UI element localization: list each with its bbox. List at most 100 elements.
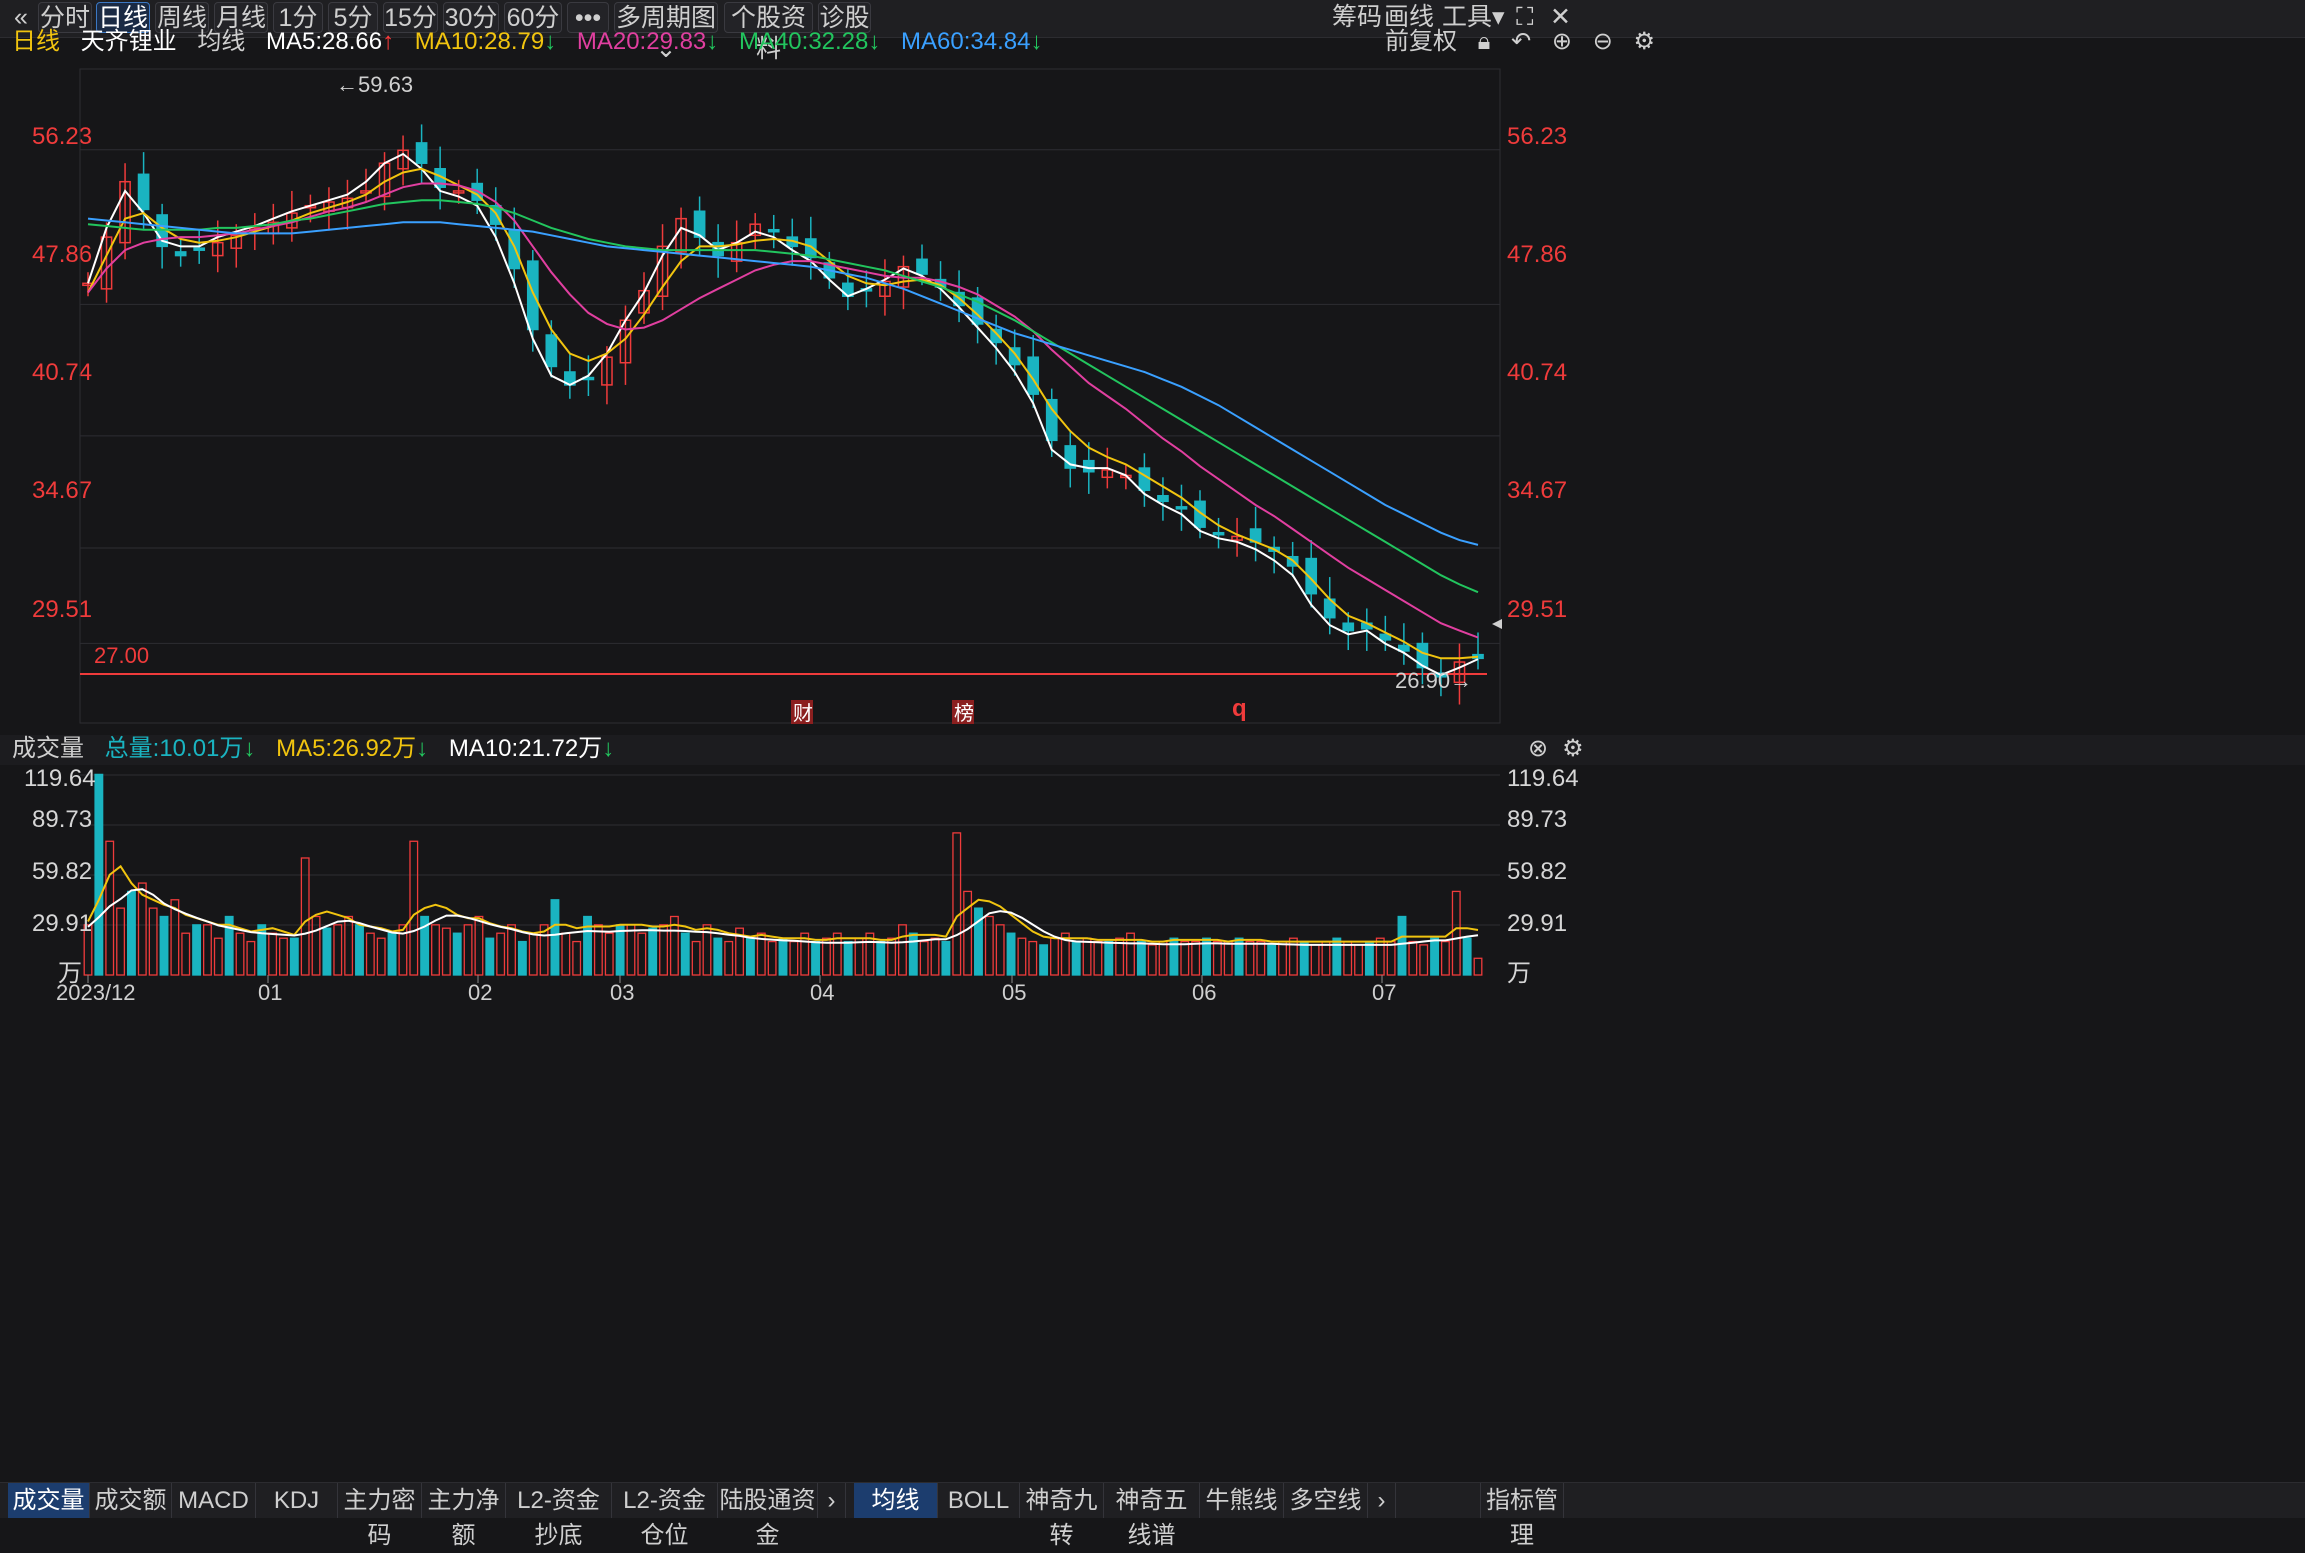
candle-body (1212, 531, 1225, 536)
volume-tick-left: 59.82 (32, 858, 93, 885)
tab-l2-position[interactable]: L2-资金仓位 (612, 1483, 718, 1549)
volume-bar (1310, 944, 1320, 976)
tab-main-code[interactable]: 主力密码 (338, 1483, 422, 1549)
volume-bar (963, 890, 973, 976)
ma-line-ma40 (87, 199, 1479, 594)
close-panel-icon[interactable]: ⊗ (1528, 735, 1548, 762)
volume-bar (680, 932, 690, 976)
volume-bar (148, 907, 158, 976)
candle-body (767, 228, 780, 233)
volume-bar (887, 937, 897, 976)
candle-body (508, 228, 521, 270)
high-annotation: ←59.63 (336, 72, 413, 97)
volume-title[interactable]: 成交量 (12, 735, 84, 762)
volume-bar (452, 932, 462, 976)
tab-ma[interactable]: 均线 (854, 1483, 938, 1518)
volume-bar (1256, 940, 1266, 976)
volume-bar (94, 773, 104, 976)
volume-bar (1364, 940, 1374, 976)
q-marker-label: q (1232, 695, 1247, 722)
volume-bar (1180, 940, 1190, 976)
chevron-right-icon[interactable]: › (818, 1483, 846, 1518)
tab-magic-nine[interactable]: 神奇九转 (1020, 1483, 1104, 1549)
tab-long-short[interactable]: 多空线 (1284, 1483, 1368, 1518)
volume-bar (387, 932, 397, 976)
volume-bar (648, 927, 658, 976)
tab-magic-five[interactable]: 神奇五线谱 (1104, 1483, 1200, 1549)
candle (767, 214, 780, 249)
volume-bar (995, 924, 1005, 976)
volume-bar (583, 915, 592, 976)
candle (119, 163, 131, 260)
volume-bar (550, 899, 560, 976)
volume-bar (485, 937, 495, 976)
volume-ma5: MA5:26.92万 (276, 735, 417, 762)
candle (1138, 453, 1151, 507)
candle (1120, 464, 1132, 490)
volume-bar (1104, 940, 1114, 976)
tab-turnover[interactable]: 成交额 (90, 1483, 172, 1518)
volume-bar (572, 940, 582, 976)
volume-bar (778, 937, 788, 976)
volume-bar (821, 937, 831, 976)
volume-bar (1462, 937, 1472, 976)
tab-l2-bottom[interactable]: L2-资金抄底 (506, 1483, 612, 1549)
volume-ma10: MA10:21.72万 (448, 735, 603, 762)
indicator-manager-button[interactable]: 指标管理 (1480, 1483, 1564, 1549)
volume-bar (1354, 944, 1363, 976)
x-tick-label: 02 (468, 980, 492, 1005)
finance-marker-label: 财 (793, 702, 813, 725)
volume-bar (767, 940, 777, 976)
volume-bar (1440, 940, 1450, 976)
chevron-right-icon[interactable]: › (1368, 1483, 1396, 1518)
price-panel-frame (79, 68, 1501, 724)
grid-lines (80, 149, 1500, 644)
volume-bar (528, 932, 538, 976)
x-tick-label: 07 (1372, 980, 1396, 1005)
tab-northbound[interactable]: 陆股通资金 (718, 1483, 818, 1549)
volume-bar (604, 932, 614, 976)
volume-bar (1397, 915, 1407, 976)
volume-bar (952, 832, 962, 976)
volume-bar (1082, 937, 1092, 976)
tab-volume[interactable]: 成交量 (8, 1483, 90, 1518)
tab-bull-bear[interactable]: 牛熊线 (1200, 1483, 1284, 1518)
volume-bar (1158, 940, 1168, 976)
tab-macd[interactable]: MACD (172, 1483, 256, 1518)
candle-body (1082, 459, 1095, 473)
volume-bar (691, 940, 701, 976)
volume-bar (789, 940, 799, 976)
volume-bar (745, 937, 755, 976)
candle (1045, 388, 1058, 457)
volume-bar (1267, 944, 1277, 976)
indicator-tabs: 成交量 成交额 MACD KDJ 主力密码 主力净额 L2-资金抄底 L2-资金… (0, 1482, 2305, 1549)
volume-bar (365, 932, 375, 976)
volume-bar (843, 940, 853, 976)
candle (1472, 632, 1484, 670)
volume-bar (203, 924, 212, 976)
volume-bar (1017, 937, 1027, 976)
volume-bar (1136, 940, 1146, 976)
volume-bar (279, 937, 288, 976)
tab-boll[interactable]: BOLL (938, 1483, 1020, 1518)
volume-bar (724, 940, 734, 976)
x-tick-label: 06 (1192, 980, 1216, 1005)
candle (656, 224, 669, 311)
volume-bar (517, 940, 527, 976)
volume-bar (659, 924, 668, 976)
candle (564, 353, 576, 399)
volume-ma5-line (87, 864, 1479, 943)
tab-kdj[interactable]: KDJ (256, 1483, 338, 1518)
volume-bar (811, 940, 821, 976)
volume-bar (1071, 940, 1081, 976)
low-annotation: 26.90→ (1395, 668, 1472, 693)
tab-main-net[interactable]: 主力净额 (422, 1483, 506, 1549)
volume-bar (626, 924, 636, 976)
volume-tick-left: 89.73 (32, 806, 93, 833)
candle (1175, 484, 1188, 531)
volume-bar (322, 927, 332, 976)
candle-body (1045, 398, 1058, 442)
volume-bar (1375, 937, 1385, 976)
candle-body (1175, 506, 1188, 510)
gear-icon[interactable]: ⚙ (1562, 735, 1584, 762)
